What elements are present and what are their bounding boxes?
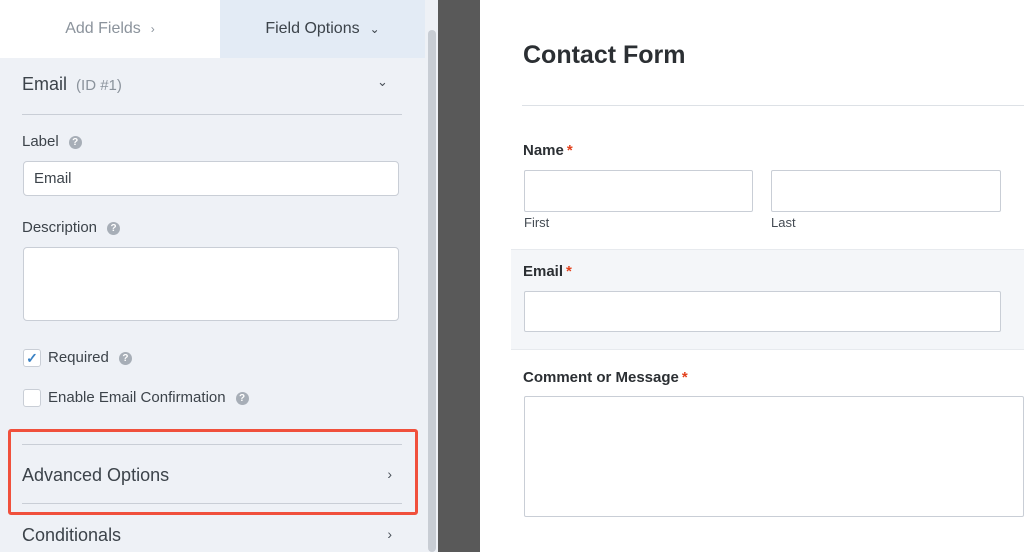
- chevron-right-icon: ›: [150, 22, 155, 36]
- first-name-input[interactable]: [524, 170, 753, 212]
- email-confirmation-label: Enable Email Confirmation?: [48, 389, 249, 406]
- form-divider: [522, 105, 1024, 106]
- tab-field-options[interactable]: Field Options ⌄: [220, 0, 425, 58]
- required-label-text: Required: [48, 349, 109, 366]
- field-title: Email (ID #1): [22, 74, 122, 95]
- email-label-text: Email: [523, 263, 564, 280]
- comment-field-label[interactable]: Comment or Message *: [523, 369, 688, 386]
- comment-textarea[interactable]: [524, 396, 1024, 517]
- label-input-value: Email: [34, 170, 72, 187]
- help-icon[interactable]: ?: [68, 136, 82, 149]
- description-option-title: Description?: [22, 219, 121, 236]
- tab-add-fields[interactable]: Add Fields ›: [0, 0, 220, 58]
- last-name-input[interactable]: [771, 170, 1001, 212]
- comment-label-text: Comment or Message: [523, 369, 679, 386]
- description-textarea[interactable]: [23, 247, 399, 321]
- form-title: Contact Form: [523, 41, 686, 69]
- email-input[interactable]: [524, 291, 1001, 332]
- tab-field-options-label: Field Options: [265, 20, 360, 37]
- form-preview: Contact Form Name * First Last Email * Com…: [480, 0, 1024, 552]
- field-header[interactable]: Email (ID #1): [0, 58, 425, 114]
- required-label: Required?: [48, 349, 132, 366]
- panel-splitter: [438, 0, 480, 552]
- required-asterisk: *: [566, 263, 572, 280]
- help-icon[interactable]: ?: [235, 392, 249, 405]
- email-confirmation-text: Enable Email Confirmation: [48, 389, 226, 406]
- email-field-label[interactable]: Email *: [523, 263, 572, 280]
- scrollbar-thumb[interactable]: [428, 30, 436, 552]
- required-checkbox[interactable]: ✓: [23, 349, 41, 367]
- email-confirmation-checkbox[interactable]: [23, 389, 41, 407]
- conditionals-toggle[interactable]: Conditionals ›: [22, 515, 402, 552]
- label-option-text: Label: [22, 133, 59, 150]
- chevron-right-icon: ›: [387, 526, 392, 542]
- last-sublabel: Last: [771, 215, 796, 230]
- panel-tabs: Add Fields › Field Options ⌄: [0, 0, 425, 58]
- conditionals-label: Conditionals: [22, 525, 122, 545]
- chevron-down-icon: ⌄: [369, 22, 380, 36]
- label-input[interactable]: Email: [23, 161, 399, 196]
- tab-add-fields-label: Add Fields: [65, 20, 141, 37]
- field-name: Email: [22, 74, 68, 94]
- name-label-text: Name: [523, 142, 564, 159]
- highlight-annotation: [8, 429, 418, 515]
- help-icon[interactable]: ?: [118, 352, 132, 365]
- name-field-label[interactable]: Name *: [523, 142, 573, 159]
- required-asterisk: *: [566, 142, 573, 159]
- divider: [22, 114, 402, 115]
- field-id: (ID #1): [76, 77, 122, 94]
- help-icon[interactable]: ?: [107, 222, 121, 235]
- check-icon: ✓: [26, 349, 38, 366]
- label-option-title: Label?: [22, 133, 82, 150]
- required-asterisk: *: [681, 369, 688, 386]
- field-options-panel: Add Fields › Field Options ⌄ Email (ID #…: [0, 0, 438, 552]
- description-option-text: Description: [22, 219, 98, 236]
- first-sublabel: First: [524, 215, 550, 230]
- collapse-chevron-icon[interactable]: ⌄: [377, 74, 388, 90]
